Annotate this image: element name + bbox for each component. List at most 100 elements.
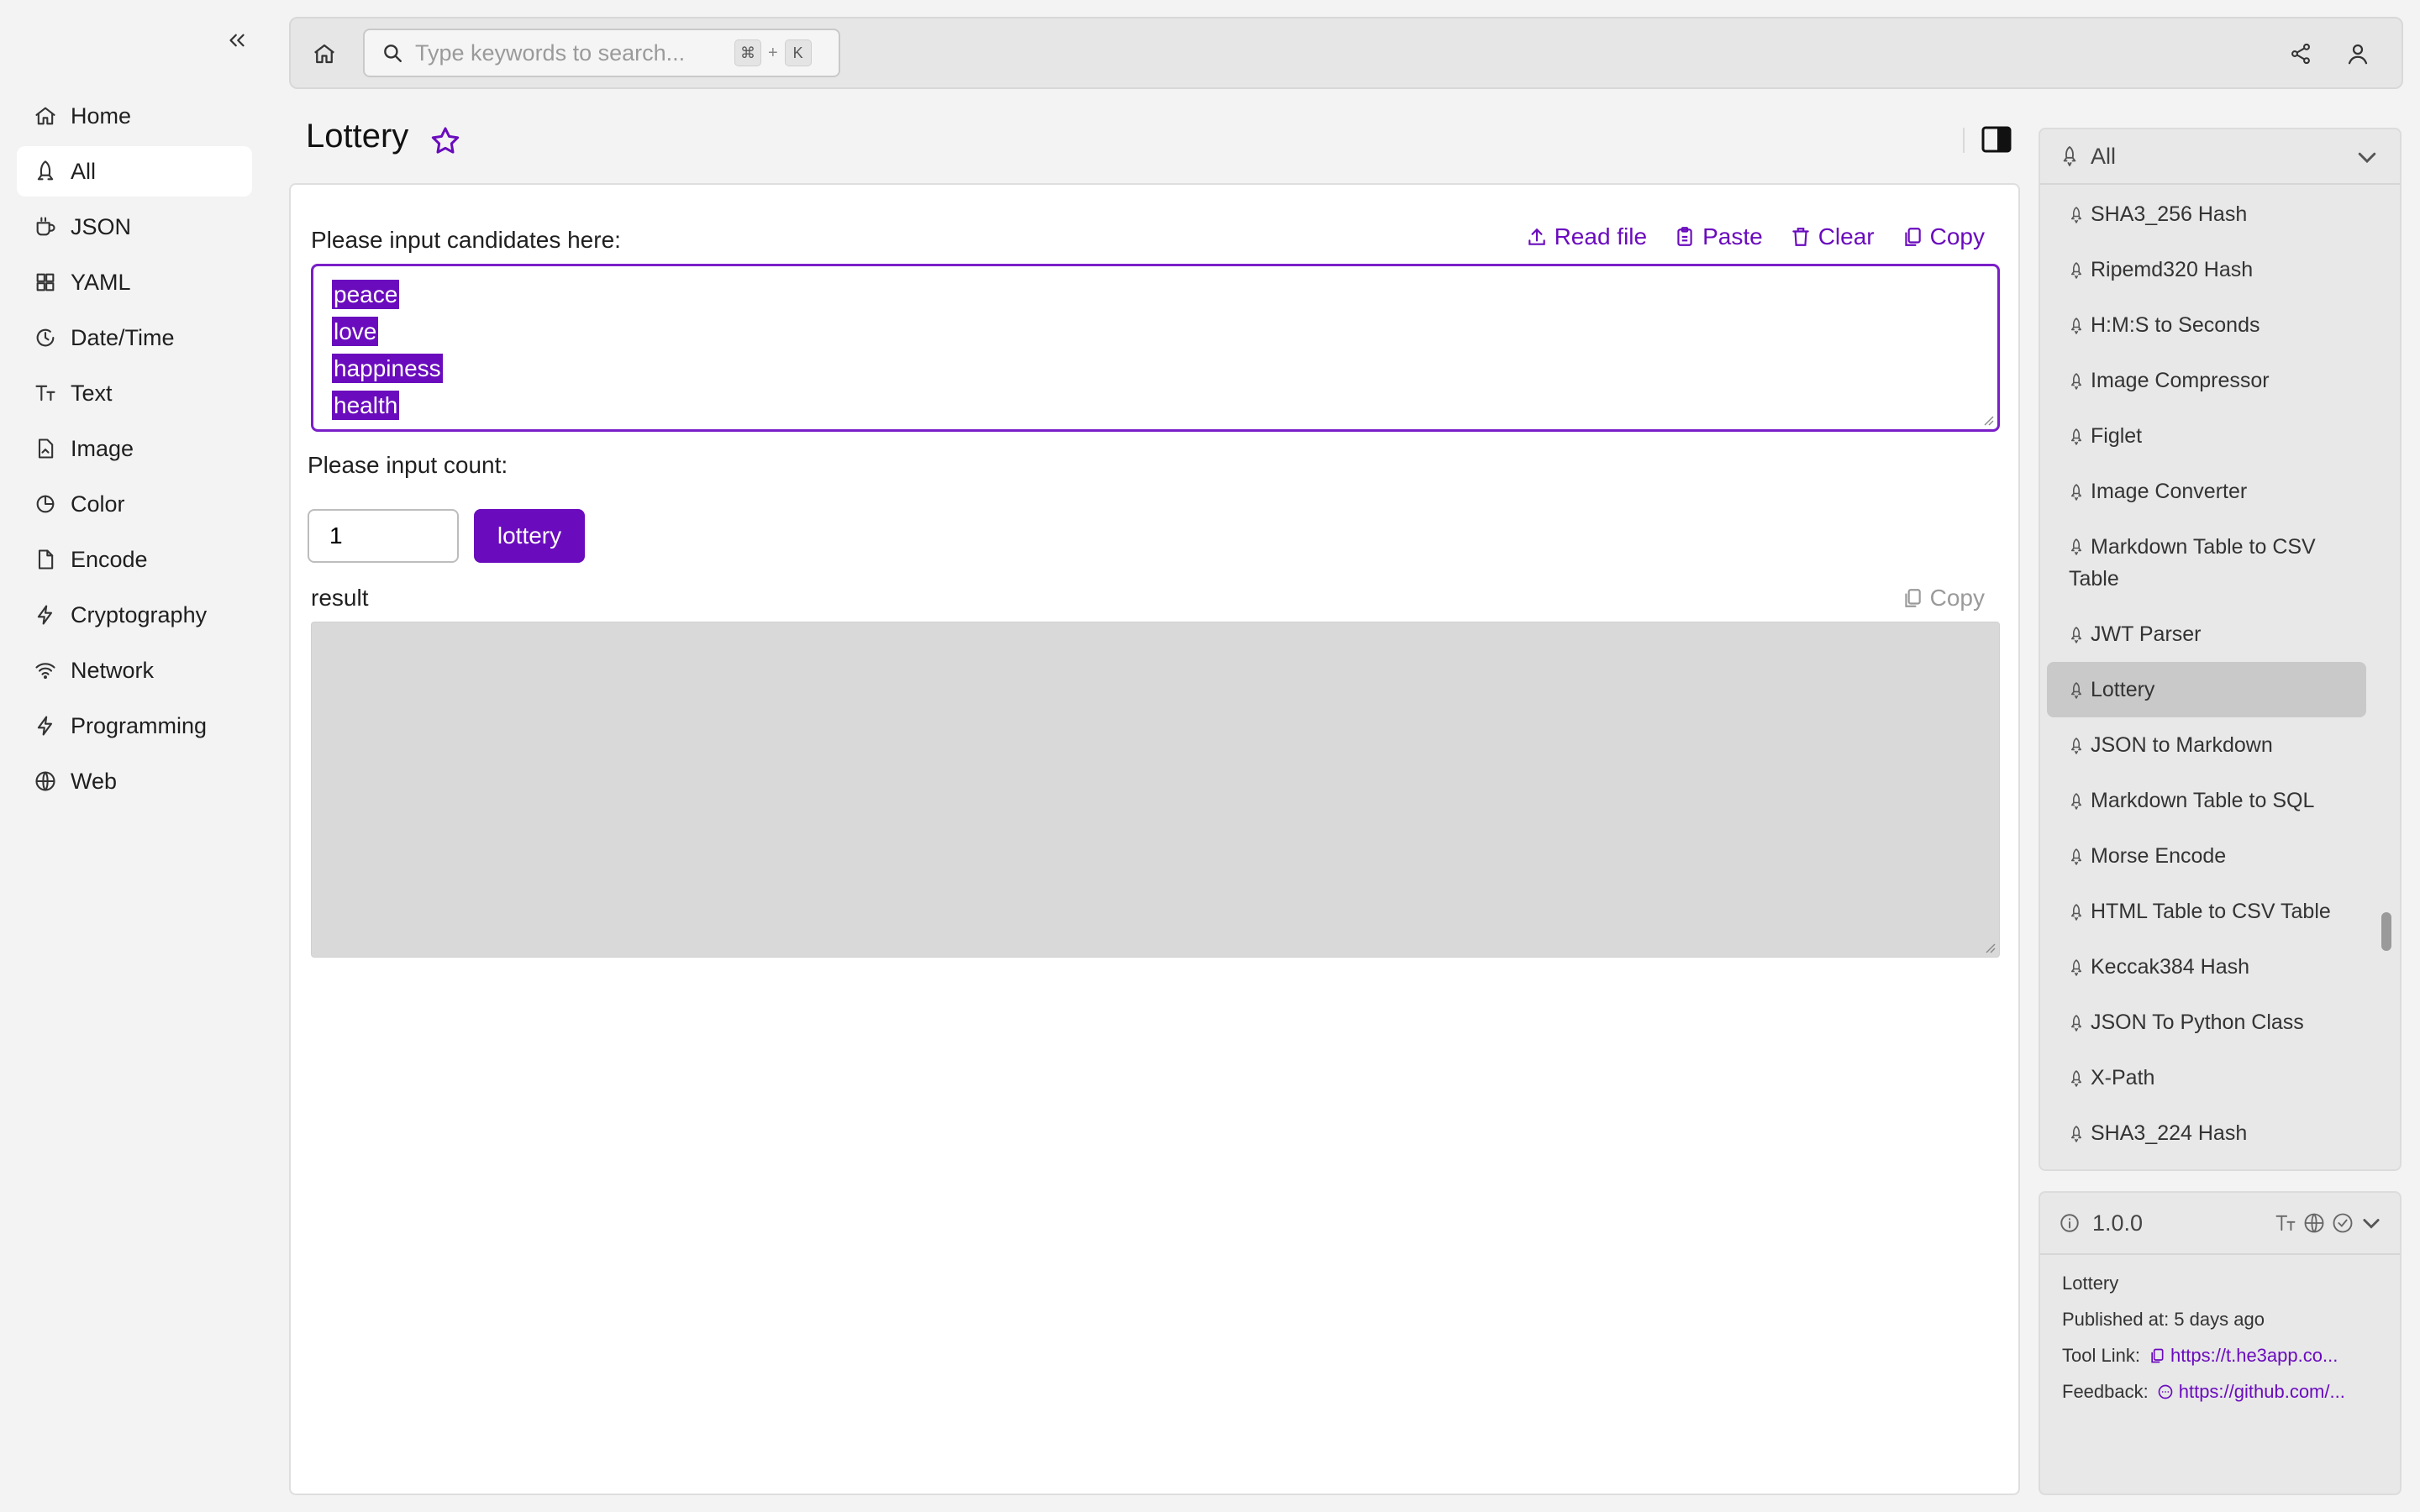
result-textarea[interactable] (311, 622, 2000, 958)
shortcut-mod-key: ⌘ (734, 39, 761, 66)
title-divider (1963, 128, 1965, 153)
check-circle-icon[interactable] (2331, 1211, 2354, 1235)
tool-list-item[interactable]: Markdown Table to SQL (2047, 773, 2366, 828)
read-file-button[interactable]: Read file (1526, 223, 1647, 250)
feedback-link-text: https://github.com/... (2178, 1381, 2345, 1402)
info-icon (2060, 1214, 2079, 1232)
candidates-textarea[interactable]: peace love happiness health (311, 264, 2000, 432)
rocket-icon (2071, 262, 2081, 279)
sidebar-item-web[interactable]: Web (17, 756, 252, 806)
sidebar-item-label: All (71, 158, 97, 184)
tool-list-item[interactable]: Keccak384 Hash (2047, 939, 2366, 995)
sidebar-item-date-time[interactable]: Date/Time (17, 312, 252, 363)
sidebar-item-all[interactable]: All (17, 146, 252, 197)
clear-button[interactable]: Clear (1790, 223, 1875, 250)
count-input[interactable] (308, 509, 459, 563)
search-box[interactable]: ⌘ + K (363, 29, 840, 77)
copy-result-button[interactable]: Copy (1902, 585, 1985, 612)
copy-input-button[interactable]: Copy (1902, 223, 1985, 250)
tool-card: Please input candidates here: Read file … (289, 183, 2020, 1495)
lottery-button[interactable]: lottery (474, 509, 585, 563)
chevrons-left-icon (229, 34, 245, 47)
category-filter-value: All (2091, 143, 2117, 169)
category-filter[interactable]: All (2040, 129, 2400, 185)
tool-list-item[interactable]: Lottery (2047, 662, 2366, 717)
globe-icon[interactable] (2302, 1211, 2326, 1235)
tool-list-item[interactable]: H:M:S to Seconds (2047, 297, 2366, 353)
sidebar-item-text[interactable]: Text (17, 368, 252, 418)
sidebar-item-yaml[interactable]: YAML (17, 257, 252, 307)
sidebar-item-label: Web (71, 768, 118, 794)
sidebar-item-home[interactable]: Home (17, 91, 252, 141)
tool-list-item[interactable]: JSON to Markdown (2047, 717, 2366, 773)
mug-icon (32, 213, 59, 240)
sidebar-item-label: YAML (71, 269, 131, 295)
sidebar-item-encode[interactable]: Encode (17, 534, 252, 585)
color-icon (32, 491, 59, 517)
sidebar-item-label: Cryptography (71, 601, 208, 627)
tool-list-item[interactable]: MD6_256 Hash (2047, 1161, 2366, 1169)
resize-grip-icon[interactable] (1982, 414, 1994, 426)
home-button[interactable] (308, 37, 341, 71)
scrollbar-thumb[interactable] (2381, 912, 2391, 951)
candidates-label: Please input candidates here: (311, 227, 621, 253)
rocket-icon (2071, 207, 2081, 223)
wifi-icon (32, 657, 59, 684)
favorite-button[interactable] (429, 124, 462, 158)
tool-list-scrollbar[interactable] (2380, 188, 2393, 1169)
sidebar-item-color[interactable]: Color (17, 479, 252, 529)
rocket-icon (2071, 959, 2081, 976)
bolt-icon (32, 601, 59, 628)
tool-list-item[interactable]: X-Path (2047, 1050, 2366, 1105)
info-published: Published at: 5 days ago (2062, 1309, 2265, 1330)
rocket-icon (2071, 428, 2081, 445)
copy-icon (1904, 589, 1921, 607)
tool-list-item[interactable]: Image Converter (2047, 464, 2366, 519)
resize-grip-icon[interactable] (1984, 942, 1996, 953)
sidebar-item-cryptography[interactable]: Cryptography (17, 590, 252, 640)
chevron-down-icon[interactable] (2360, 1211, 2383, 1235)
paste-label: Paste (1702, 223, 1763, 249)
tool-list-item[interactable]: Ripemd320 Hash (2047, 242, 2366, 297)
search-input[interactable] (415, 39, 726, 66)
feedback-link[interactable]: https://github.com/... (2157, 1373, 2345, 1410)
copy-input-label: Copy (1929, 223, 1985, 249)
count-label: Please input count: (308, 452, 508, 478)
tool-list-item[interactable]: JSON To Python Class (2047, 995, 2366, 1050)
candidate-line: love (332, 317, 379, 346)
user-button[interactable] (2341, 37, 2375, 71)
tool-link[interactable]: https://t.he3app.co... (2149, 1337, 2338, 1373)
grid-icon (32, 269, 59, 296)
tool-list-item[interactable]: SHA3_256 Hash (2047, 186, 2366, 242)
tool-list-item-label: Ripemd320 Hash (2091, 258, 2254, 281)
sidebar-item-label: Text (71, 380, 113, 406)
rocket-icon (2071, 538, 2081, 555)
text-icon (32, 380, 59, 407)
rocket-icon (2071, 738, 2081, 754)
toggle-right-panel-button[interactable] (1981, 126, 2013, 155)
tool-list-item[interactable]: HTML Table to CSV Table (2047, 884, 2366, 939)
sidebar-item-programming[interactable]: Programming (17, 701, 252, 751)
tool-list-item[interactable]: Figlet (2047, 408, 2366, 464)
tool-list-item[interactable]: JWT Parser (2047, 606, 2366, 662)
tool-list-item-label: Keccak384 Hash (2091, 955, 2250, 979)
paste-button[interactable]: Paste (1674, 223, 1763, 250)
text-icon[interactable] (2274, 1211, 2297, 1235)
result-label: result (311, 585, 369, 611)
rocket-icon (2071, 904, 2081, 921)
chat-icon (2158, 1384, 2173, 1399)
tool-list-item[interactable]: Morse Encode (2047, 828, 2366, 884)
share-button[interactable] (2284, 37, 2317, 71)
sidebar-item-json[interactable]: JSON (17, 202, 252, 252)
rocket-icon (2063, 146, 2076, 166)
tool-list-item[interactable]: Image Compressor (2047, 353, 2366, 408)
tool-list-item-label: Lottery (2091, 678, 2155, 701)
tool-list-item[interactable]: Markdown Table to CSV Table (2047, 519, 2366, 606)
tool-list-item[interactable]: SHA3_224 Hash (2047, 1105, 2366, 1161)
rocket-icon (2071, 848, 2081, 865)
sidebar-item-image[interactable]: Image (17, 423, 252, 474)
sidebar-item-network[interactable]: Network (17, 645, 252, 696)
collapse-sidebar-button[interactable] (220, 24, 254, 57)
user-icon (2348, 44, 2368, 65)
tool-list-item-label: HTML Table to CSV Table (2091, 900, 2331, 923)
